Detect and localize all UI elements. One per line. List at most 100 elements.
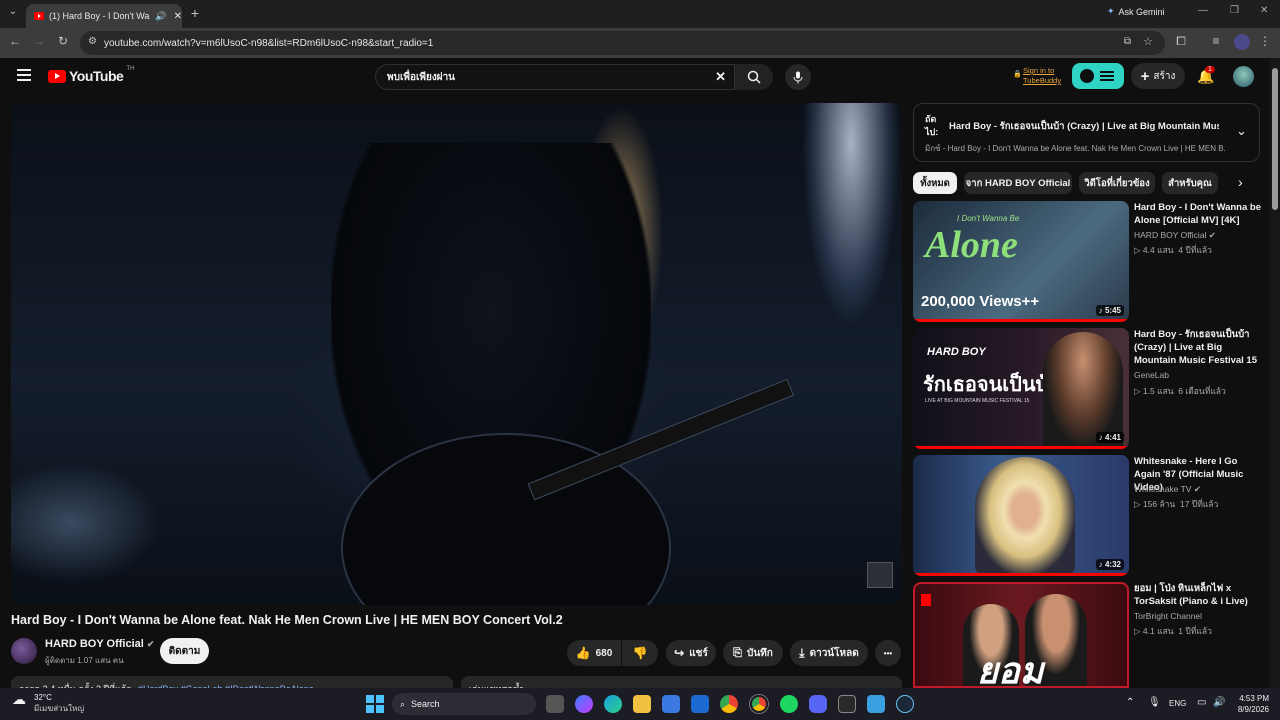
input-language[interactable]: ENG: [1169, 699, 1186, 708]
progress-bar: [913, 319, 1129, 322]
hamburger-menu-icon[interactable]: [17, 69, 31, 81]
task-view-icon[interactable]: [546, 695, 564, 713]
recommendation-channel[interactable]: Whitesnake TV ✔: [1134, 484, 1201, 495]
create-button[interactable]: + สร้าง: [1131, 63, 1185, 89]
chip-related[interactable]: วิดีโอที่เกี่ยวข้อง: [1079, 172, 1155, 194]
browser-tab-strip: ⌄ (1) Hard Boy - I Don't Wanna 🔊 ✕ + ✦ A…: [0, 0, 1280, 28]
notes-icon[interactable]: [867, 695, 885, 713]
weather-widget[interactable]: 32°C มีเมฆส่วนใหญ่ ☁: [10, 692, 84, 714]
dislike-button[interactable]: 👎: [622, 640, 658, 666]
thumbs-down-icon: 👎: [632, 646, 648, 660]
recommendation-channel[interactable]: TorBright Channel: [1134, 611, 1202, 621]
thumb-top-text: HARD BOY: [927, 346, 986, 358]
install-icon[interactable]: ⧉: [1124, 36, 1131, 47]
chip-for-you[interactable]: สำหรับคุณ: [1162, 172, 1218, 194]
window-close-button[interactable]: ✕: [1260, 5, 1268, 16]
taskbar-search-box[interactable]: ⌕ Search: [392, 693, 536, 715]
start-button[interactable]: [366, 695, 384, 713]
discord-icon[interactable]: [809, 695, 827, 713]
chip-from-channel[interactable]: จาก HARD BOY Official: [964, 172, 1072, 194]
up-next-panel[interactable]: ถัด ไป: Hard Boy - รักเธอจนเป็นบ้า (Craz…: [913, 103, 1260, 162]
tubebuddy-signin-link[interactable]: 🔒 Sign in to TubeBuddy: [1013, 66, 1061, 86]
subscribe-button[interactable]: ติดตาม: [160, 638, 209, 664]
chevron-down-icon[interactable]: ⌄: [1236, 123, 1247, 139]
browser-tab[interactable]: (1) Hard Boy - I Don't Wanna 🔊 ✕: [26, 4, 182, 28]
reading-list-icon[interactable]: ≡: [1208, 34, 1224, 48]
mail-icon[interactable]: [691, 695, 709, 713]
duration-badge: ♪ 4:32: [1095, 559, 1124, 570]
youtube-header: YouTube TH พบเพื่อเพียงผ่าน ✕ 🔒 Sign in …: [0, 58, 1270, 98]
reload-icon[interactable]: ↻: [55, 34, 71, 48]
search-input[interactable]: พบเพื่อเพียงผ่าน ✕: [375, 64, 735, 90]
youtube-logo-text: YouTube: [69, 68, 124, 84]
search-button[interactable]: [735, 64, 773, 90]
recommendation-channel[interactable]: GeneLab: [1134, 370, 1169, 380]
more-actions-button[interactable]: •••: [875, 640, 901, 666]
voice-search-button[interactable]: [785, 64, 811, 90]
notifications-button[interactable]: 🔔 1: [1197, 66, 1215, 86]
channel-name[interactable]: HARD BOY Official ✔: [45, 638, 154, 650]
new-tab-button[interactable]: +: [187, 5, 203, 21]
clock[interactable]: 4:53 PM 8/9/2026: [1233, 693, 1269, 715]
ask-gemini-button[interactable]: ✦ Ask Gemini: [1107, 6, 1165, 17]
notification-badge: 1: [1205, 66, 1215, 73]
channel-avatar[interactable]: [11, 638, 37, 664]
chip-all[interactable]: ทั้งหมด: [913, 172, 957, 194]
recommendation-title[interactable]: Hard Boy - รักเธอจนเป็นบ้า (Crazy) | Liv…: [1134, 328, 1264, 367]
network-icon[interactable]: ▭: [1197, 697, 1206, 708]
bookmark-star-icon[interactable]: ☆: [1143, 35, 1153, 48]
chip-next-arrow-icon[interactable]: ›: [1238, 174, 1243, 190]
copilot-icon[interactable]: [575, 695, 593, 713]
browser-menu-icon[interactable]: ⋮: [1257, 34, 1273, 48]
maximize-button[interactable]: ❐: [1230, 5, 1239, 16]
recommendation-title[interactable]: Hard Boy - I Don't Wanna be Alone [Offic…: [1134, 201, 1264, 227]
thumb-sub-text: LIVE AT BIG MOUNTAIN MUSIC FESTIVAL 15: [925, 398, 1030, 404]
minimize-button[interactable]: —: [1198, 5, 1208, 16]
recommendation-thumbnail[interactable]: HARD BOY รักเธอจนเป็นบ้า LIVE AT BIG MOU…: [913, 328, 1129, 449]
chrome-icon[interactable]: [720, 695, 738, 713]
extensions-icon[interactable]: ⧠: [1173, 34, 1189, 49]
recommendation-title[interactable]: ยอม | โป่ง หินเหล็กไฟ x TorSaksit (Piano…: [1134, 582, 1264, 608]
like-button[interactable]: 👍 680: [567, 640, 621, 666]
save-button[interactable]: ⎘ บันทึก: [723, 640, 783, 666]
spotify-icon[interactable]: [780, 695, 798, 713]
tray-mic-icon[interactable]: 🎙: [1148, 697, 1161, 708]
site-info-icon[interactable]: ⚙: [88, 36, 97, 47]
recommendation-meta: ▷ 1.5 แสน 6 เดือนที่แล้ว: [1134, 386, 1226, 396]
recommendation-thumbnail[interactable]: ♪ 4:32: [913, 455, 1129, 576]
chrome-active-icon[interactable]: [750, 695, 768, 713]
plus-icon: +: [1140, 67, 1150, 85]
store-icon[interactable]: [662, 695, 680, 713]
recommendation-meta: ▷ 156 ล้าน 17 ปีที่แล้ว: [1134, 499, 1219, 509]
recommendation-channel[interactable]: HARD BOY Official ✔: [1134, 230, 1216, 241]
scrollbar-thumb[interactable]: [1272, 68, 1278, 210]
tubebuddy-menu-button[interactable]: [1072, 63, 1124, 89]
like-count: 680: [595, 647, 613, 659]
recommendation-thumbnail[interactable]: ยอม: [913, 582, 1129, 688]
up-next-title[interactable]: Hard Boy - รักเธอจนเป็นบ้า (Crazy) | Liv…: [949, 119, 1219, 134]
terminal-icon[interactable]: [838, 695, 856, 713]
forward-arrow-icon[interactable]: →: [31, 34, 47, 48]
share-button[interactable]: ↪ แชร์: [666, 640, 716, 666]
recommendation-thumbnail[interactable]: I Don't Wanna Be Alone 200,000 Views++ ♪…: [913, 201, 1129, 322]
search-value: พบเพื่อเพียงผ่าน: [387, 71, 456, 83]
back-arrow-icon[interactable]: ←: [7, 34, 23, 48]
clock-time: 4:53 PM: [1239, 694, 1269, 703]
tab-close-icon[interactable]: ✕: [174, 11, 182, 22]
volume-icon[interactable]: 🔊: [1213, 697, 1225, 708]
system-tray-chevron-icon[interactable]: ⌃: [1126, 697, 1134, 708]
account-avatar[interactable]: [1233, 66, 1254, 87]
up-next-subtitle: มิกซ์ - Hard Boy - I Don't Wanna be Alon…: [925, 144, 1225, 153]
profile-avatar[interactable]: [1234, 34, 1250, 50]
steam-icon[interactable]: [896, 695, 914, 713]
gemini-icon: ✦: [1107, 6, 1115, 16]
edge-icon[interactable]: [604, 695, 622, 713]
video-player[interactable]: [11, 103, 902, 605]
tab-search-icon[interactable]: ⌄: [5, 6, 21, 17]
file-explorer-icon[interactable]: [633, 695, 651, 713]
channel-watermark[interactable]: [867, 562, 893, 588]
download-button[interactable]: ⤓ ดาวน์โหลด: [790, 640, 868, 666]
youtube-logo[interactable]: YouTube TH: [48, 66, 134, 84]
address-bar[interactable]: ⚙ youtube.com/watch?v=m6lUsoC-n98&list=R…: [80, 31, 1165, 55]
clear-search-icon[interactable]: ✕: [715, 69, 726, 85]
